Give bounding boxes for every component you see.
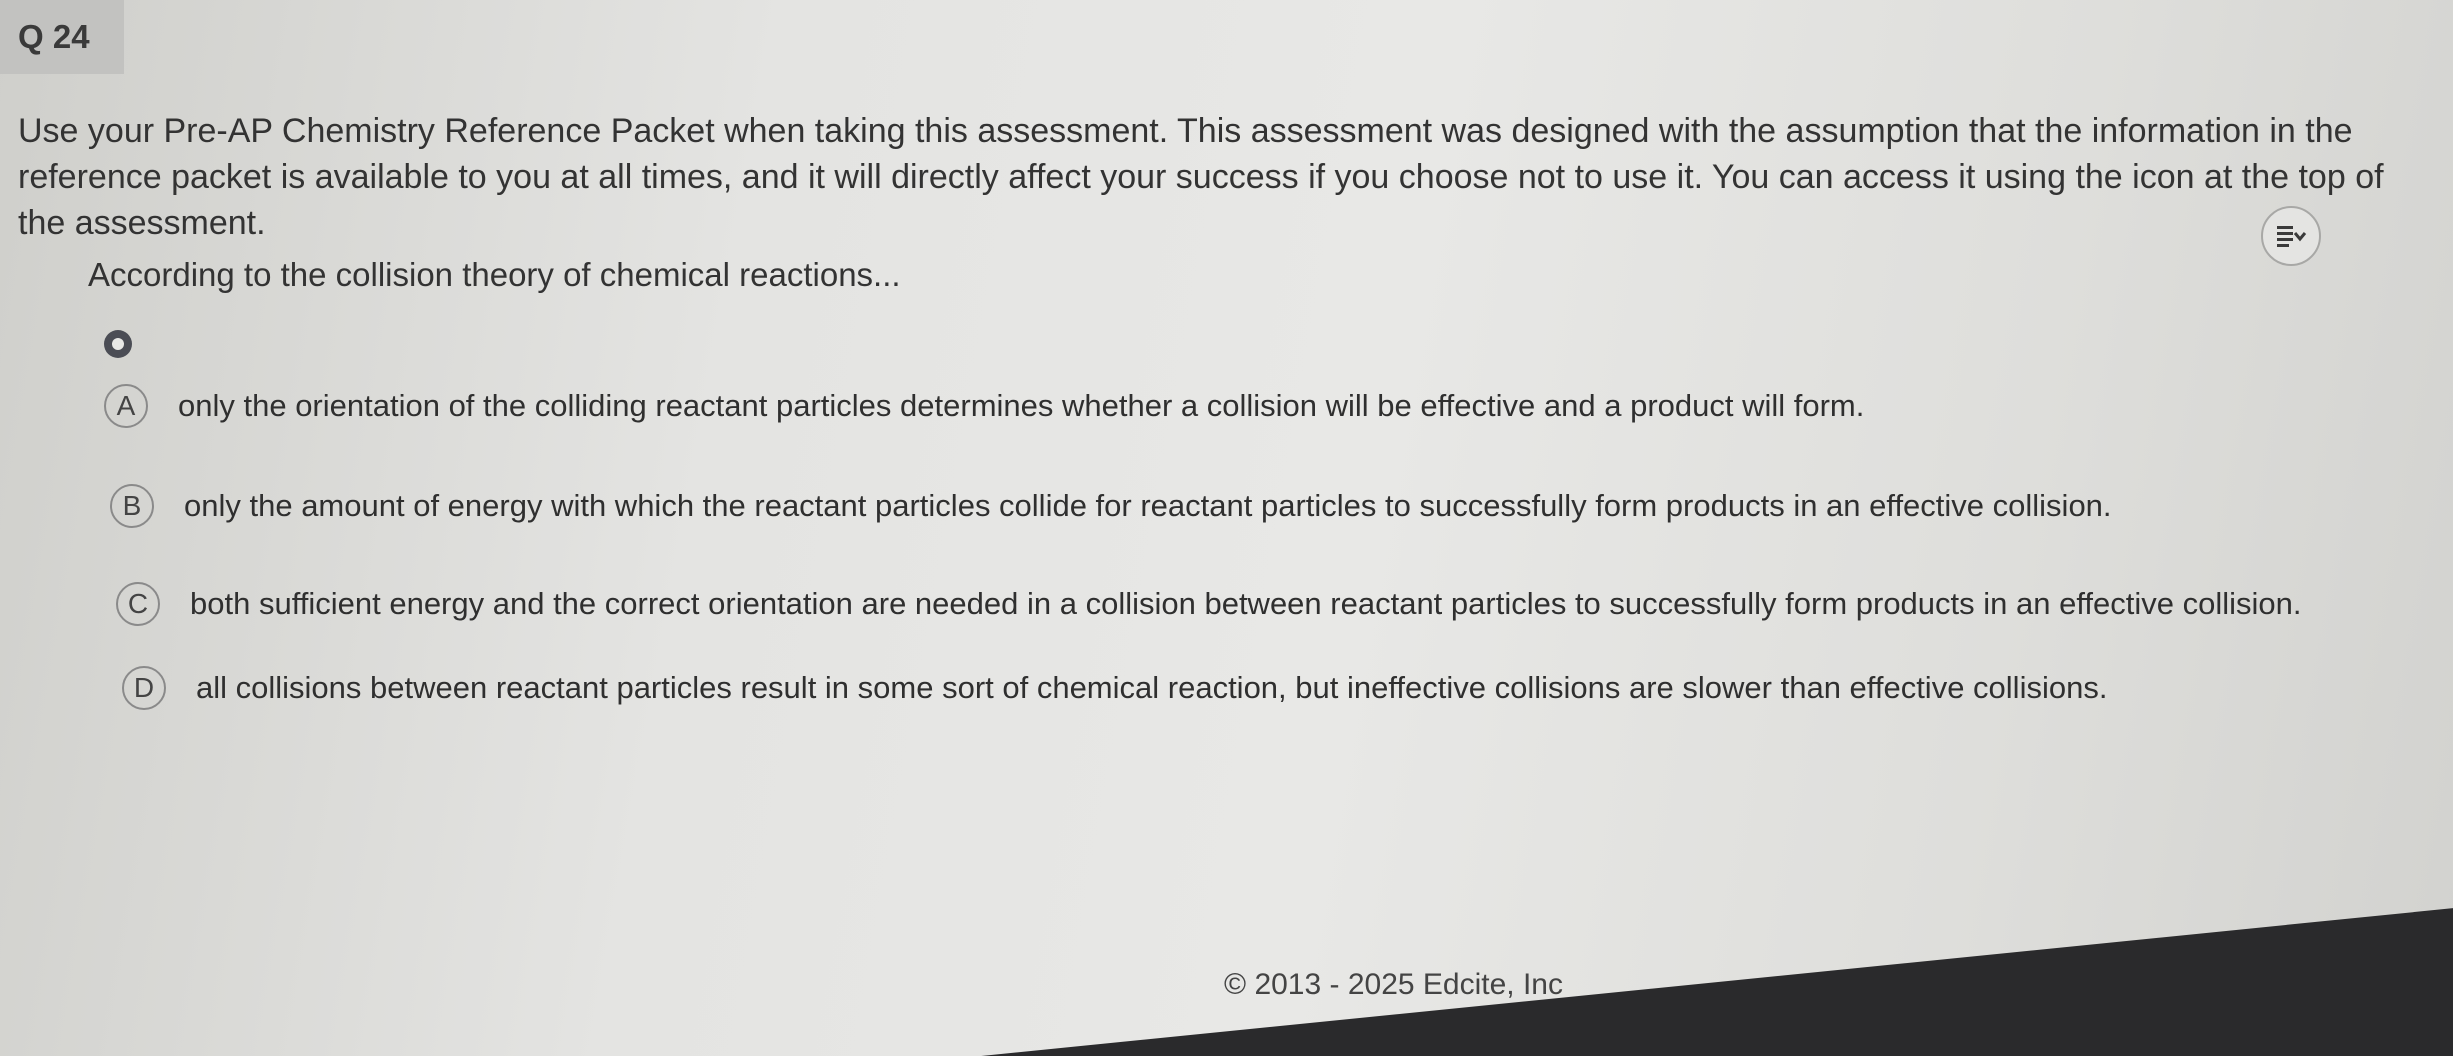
instructions-text: Use your Pre-AP Chemistry Reference Pack… — [18, 112, 2384, 242]
question-prompt: According to the collision theory of che… — [88, 256, 901, 293]
choice-c-text: both sufficient energy and the correct o… — [190, 586, 2302, 621]
question-number: Q 24 — [18, 18, 90, 55]
question-number-badge: Q 24 — [0, 0, 124, 74]
choice-d[interactable]: D all collisions between reactant partic… — [122, 666, 2107, 710]
choice-a-text: only the orientation of the colliding re… — [178, 388, 1865, 423]
choice-a-radio[interactable]: A — [104, 384, 148, 428]
choice-d-radio[interactable]: D — [122, 666, 166, 710]
choice-c[interactable]: C both sufficient energy and the correct… — [116, 582, 2301, 626]
choice-d-text: all collisions between reactant particle… — [196, 670, 2108, 705]
choice-b[interactable]: B only the amount of energy with which t… — [110, 484, 2112, 528]
text-to-speech-button[interactable] — [2261, 206, 2321, 266]
choice-c-radio[interactable]: C — [116, 582, 160, 626]
hint-dot-icon[interactable] — [104, 330, 132, 358]
choice-b-radio[interactable]: B — [110, 484, 154, 528]
choice-a[interactable]: A only the orientation of the colliding … — [104, 384, 1864, 428]
copyright-footer: © 2013 - 2025 Edcite, Inc — [1224, 968, 1563, 1001]
choice-b-text: only the amount of energy with which the… — [184, 488, 2112, 523]
text-to-speech-menu-icon — [2277, 226, 2307, 247]
